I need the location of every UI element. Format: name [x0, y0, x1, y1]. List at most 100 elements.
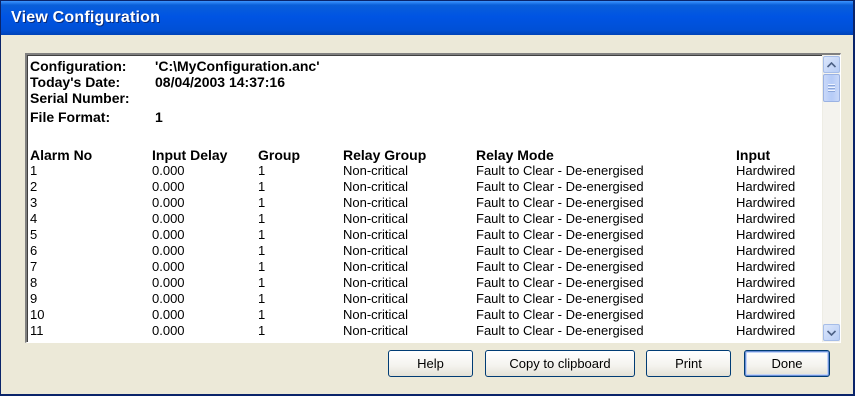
cell-input: Hardwired [736, 307, 796, 322]
table-row: 2 0.000 1 Non-critical Fault to Clear - De-e… [30, 179, 820, 195]
cell-alarm-no: 10 [30, 307, 45, 322]
header-label: Today's Date: [30, 74, 121, 90]
thumb-grip-line [828, 90, 835, 92]
cell-group: 1 [258, 243, 266, 258]
cell-relay-mode: Fault to Clear - De-energised [476, 275, 644, 290]
table-row: 4 0.000 1 Non-critical Fault to Clear - De-e… [30, 211, 820, 227]
report-content: Configuration: 'C:\MyConfiguration.anc' … [30, 58, 820, 341]
cell-input: Hardwired [736, 195, 796, 210]
copy-to-clipboard-button[interactable]: Copy to clipboard [485, 350, 635, 377]
cell-relay-group: Non-critical [343, 163, 409, 178]
cell-group: 1 [258, 259, 266, 274]
header-label: Configuration: [30, 58, 127, 74]
done-button[interactable]: Done [744, 350, 830, 377]
scroll-down-button[interactable] [823, 324, 840, 341]
cell-relay-group: Non-critical [343, 275, 409, 290]
cell-input-delay: 0.000 [152, 227, 185, 242]
cell-input-delay: 0.000 [152, 259, 185, 274]
cell-group: 1 [258, 291, 266, 306]
cell-input: Hardwired [736, 211, 796, 226]
cell-input-delay: 0.000 [152, 323, 185, 338]
cell-relay-mode: Fault to Clear - De-energised [476, 211, 644, 226]
cell-relay-mode: Fault to Clear - De-energised [476, 323, 644, 338]
cell-input: Hardwired [736, 323, 796, 338]
view-configuration-dialog: View Configuration Configuration: 'C:\My… [0, 0, 855, 396]
cell-input-delay: 0.000 [152, 179, 185, 194]
cell-relay-group: Non-critical [343, 291, 409, 306]
thumb-grip-line [828, 87, 835, 89]
column-header-group: Group [258, 147, 300, 163]
cell-input: Hardwired [736, 259, 796, 274]
cell-alarm-no: 7 [30, 259, 38, 274]
cell-alarm-no: 4 [30, 211, 38, 226]
column-header-input: Input [736, 147, 771, 163]
vertical-scrollbar[interactable] [822, 55, 840, 342]
scroll-thumb[interactable] [823, 74, 840, 102]
cell-relay-group: Non-critical [343, 179, 409, 194]
cell-group: 1 [258, 211, 266, 226]
cell-input-delay: 0.000 [152, 195, 185, 210]
cell-input-delay: 0.000 [152, 291, 185, 306]
cell-alarm-no: 6 [30, 243, 38, 258]
cell-input-delay: 0.000 [152, 307, 185, 322]
header-label: File Format: [30, 109, 111, 125]
cell-group: 1 [258, 275, 266, 290]
cell-group: 1 [258, 163, 266, 178]
cell-relay-mode: Fault to Clear - De-energised [476, 243, 644, 258]
table-row: 5 0.000 1 Non-critical Fault to Clear - De-e… [30, 227, 820, 243]
cell-relay-group: Non-critical [343, 211, 409, 226]
cell-relay-mode: Fault to Clear - De-energised [476, 259, 644, 274]
column-header-alarm-no: Alarm No [30, 147, 93, 163]
table-row: 9 0.000 1 Non-critical Fault to Clear - De-e… [30, 291, 820, 307]
column-header-relay-mode: Relay Mode [476, 147, 554, 163]
cell-relay-mode: Fault to Clear - De-energised [476, 291, 644, 306]
cell-group: 1 [258, 179, 266, 194]
table-row: 8 0.000 1 Non-critical Fault to Clear - De-e… [30, 275, 820, 291]
cell-input: Hardwired [736, 275, 796, 290]
table-row: 11 0.000 1 Non-critical Fault to Clear - De-… [30, 323, 820, 339]
scroll-up-arrow-icon [827, 61, 836, 68]
table-row: 1 0.000 1 Non-critical Fault to Clear - De-e… [30, 163, 820, 179]
cell-group: 1 [258, 195, 266, 210]
configuration-report-pane[interactable]: Configuration: 'C:\MyConfiguration.anc' … [25, 53, 841, 343]
table-row: 10 0.000 1 Non-critical Fault to Clear - De-… [30, 307, 820, 323]
cell-alarm-no: 2 [30, 179, 38, 194]
cell-relay-mode: Fault to Clear - De-energised [476, 307, 644, 322]
cell-relay-mode: Fault to Clear - De-energised [476, 163, 644, 178]
cell-input-delay: 0.000 [152, 163, 185, 178]
cell-group: 1 [258, 323, 266, 338]
table-row: 6 0.000 1 Non-critical Fault to Clear - De-e… [30, 243, 820, 259]
title-bar[interactable]: View Configuration [1, 1, 853, 35]
cell-input-delay: 0.000 [152, 243, 185, 258]
cell-relay-group: Non-critical [343, 307, 409, 322]
header-value: 1 [155, 109, 163, 125]
alarm-table: 1 0.000 1 Non-critical Fault to Clear - De-e… [30, 163, 820, 339]
column-header-relay-group: Relay Group [343, 147, 427, 163]
cell-relay-mode: Fault to Clear - De-energised [476, 195, 644, 210]
scroll-up-button[interactable] [823, 56, 840, 73]
cell-relay-mode: Fault to Clear - De-energised [476, 227, 644, 242]
cell-input: Hardwired [736, 179, 796, 194]
thumb-grip-line [828, 84, 835, 86]
window-title: View Configuration [11, 9, 161, 26]
cell-relay-mode: Fault to Clear - De-energised [476, 179, 644, 194]
cell-relay-group: Non-critical [343, 227, 409, 242]
help-button[interactable]: Help [388, 350, 473, 377]
scroll-down-arrow-icon [827, 329, 836, 336]
cell-alarm-no: 9 [30, 291, 38, 306]
cell-input-delay: 0.000 [152, 275, 185, 290]
cell-alarm-no: 8 [30, 275, 38, 290]
header-value: 'C:\MyConfiguration.anc' [155, 58, 320, 74]
column-header-input-delay: Input Delay [152, 147, 228, 163]
table-row: 7 0.000 1 Non-critical Fault to Clear - De-e… [30, 259, 820, 275]
cell-input: Hardwired [736, 243, 796, 258]
header-value: 08/04/2003 14:37:16 [155, 74, 285, 90]
table-row: 3 0.000 1 Non-critical Fault to Clear - De-e… [30, 195, 820, 211]
cell-alarm-no: 11 [30, 323, 44, 338]
cell-group: 1 [258, 307, 266, 322]
cell-alarm-no: 5 [30, 227, 38, 242]
print-button[interactable]: Print [646, 350, 731, 377]
cell-group: 1 [258, 227, 266, 242]
cell-alarm-no: 1 [30, 163, 38, 178]
cell-relay-group: Non-critical [343, 323, 409, 338]
